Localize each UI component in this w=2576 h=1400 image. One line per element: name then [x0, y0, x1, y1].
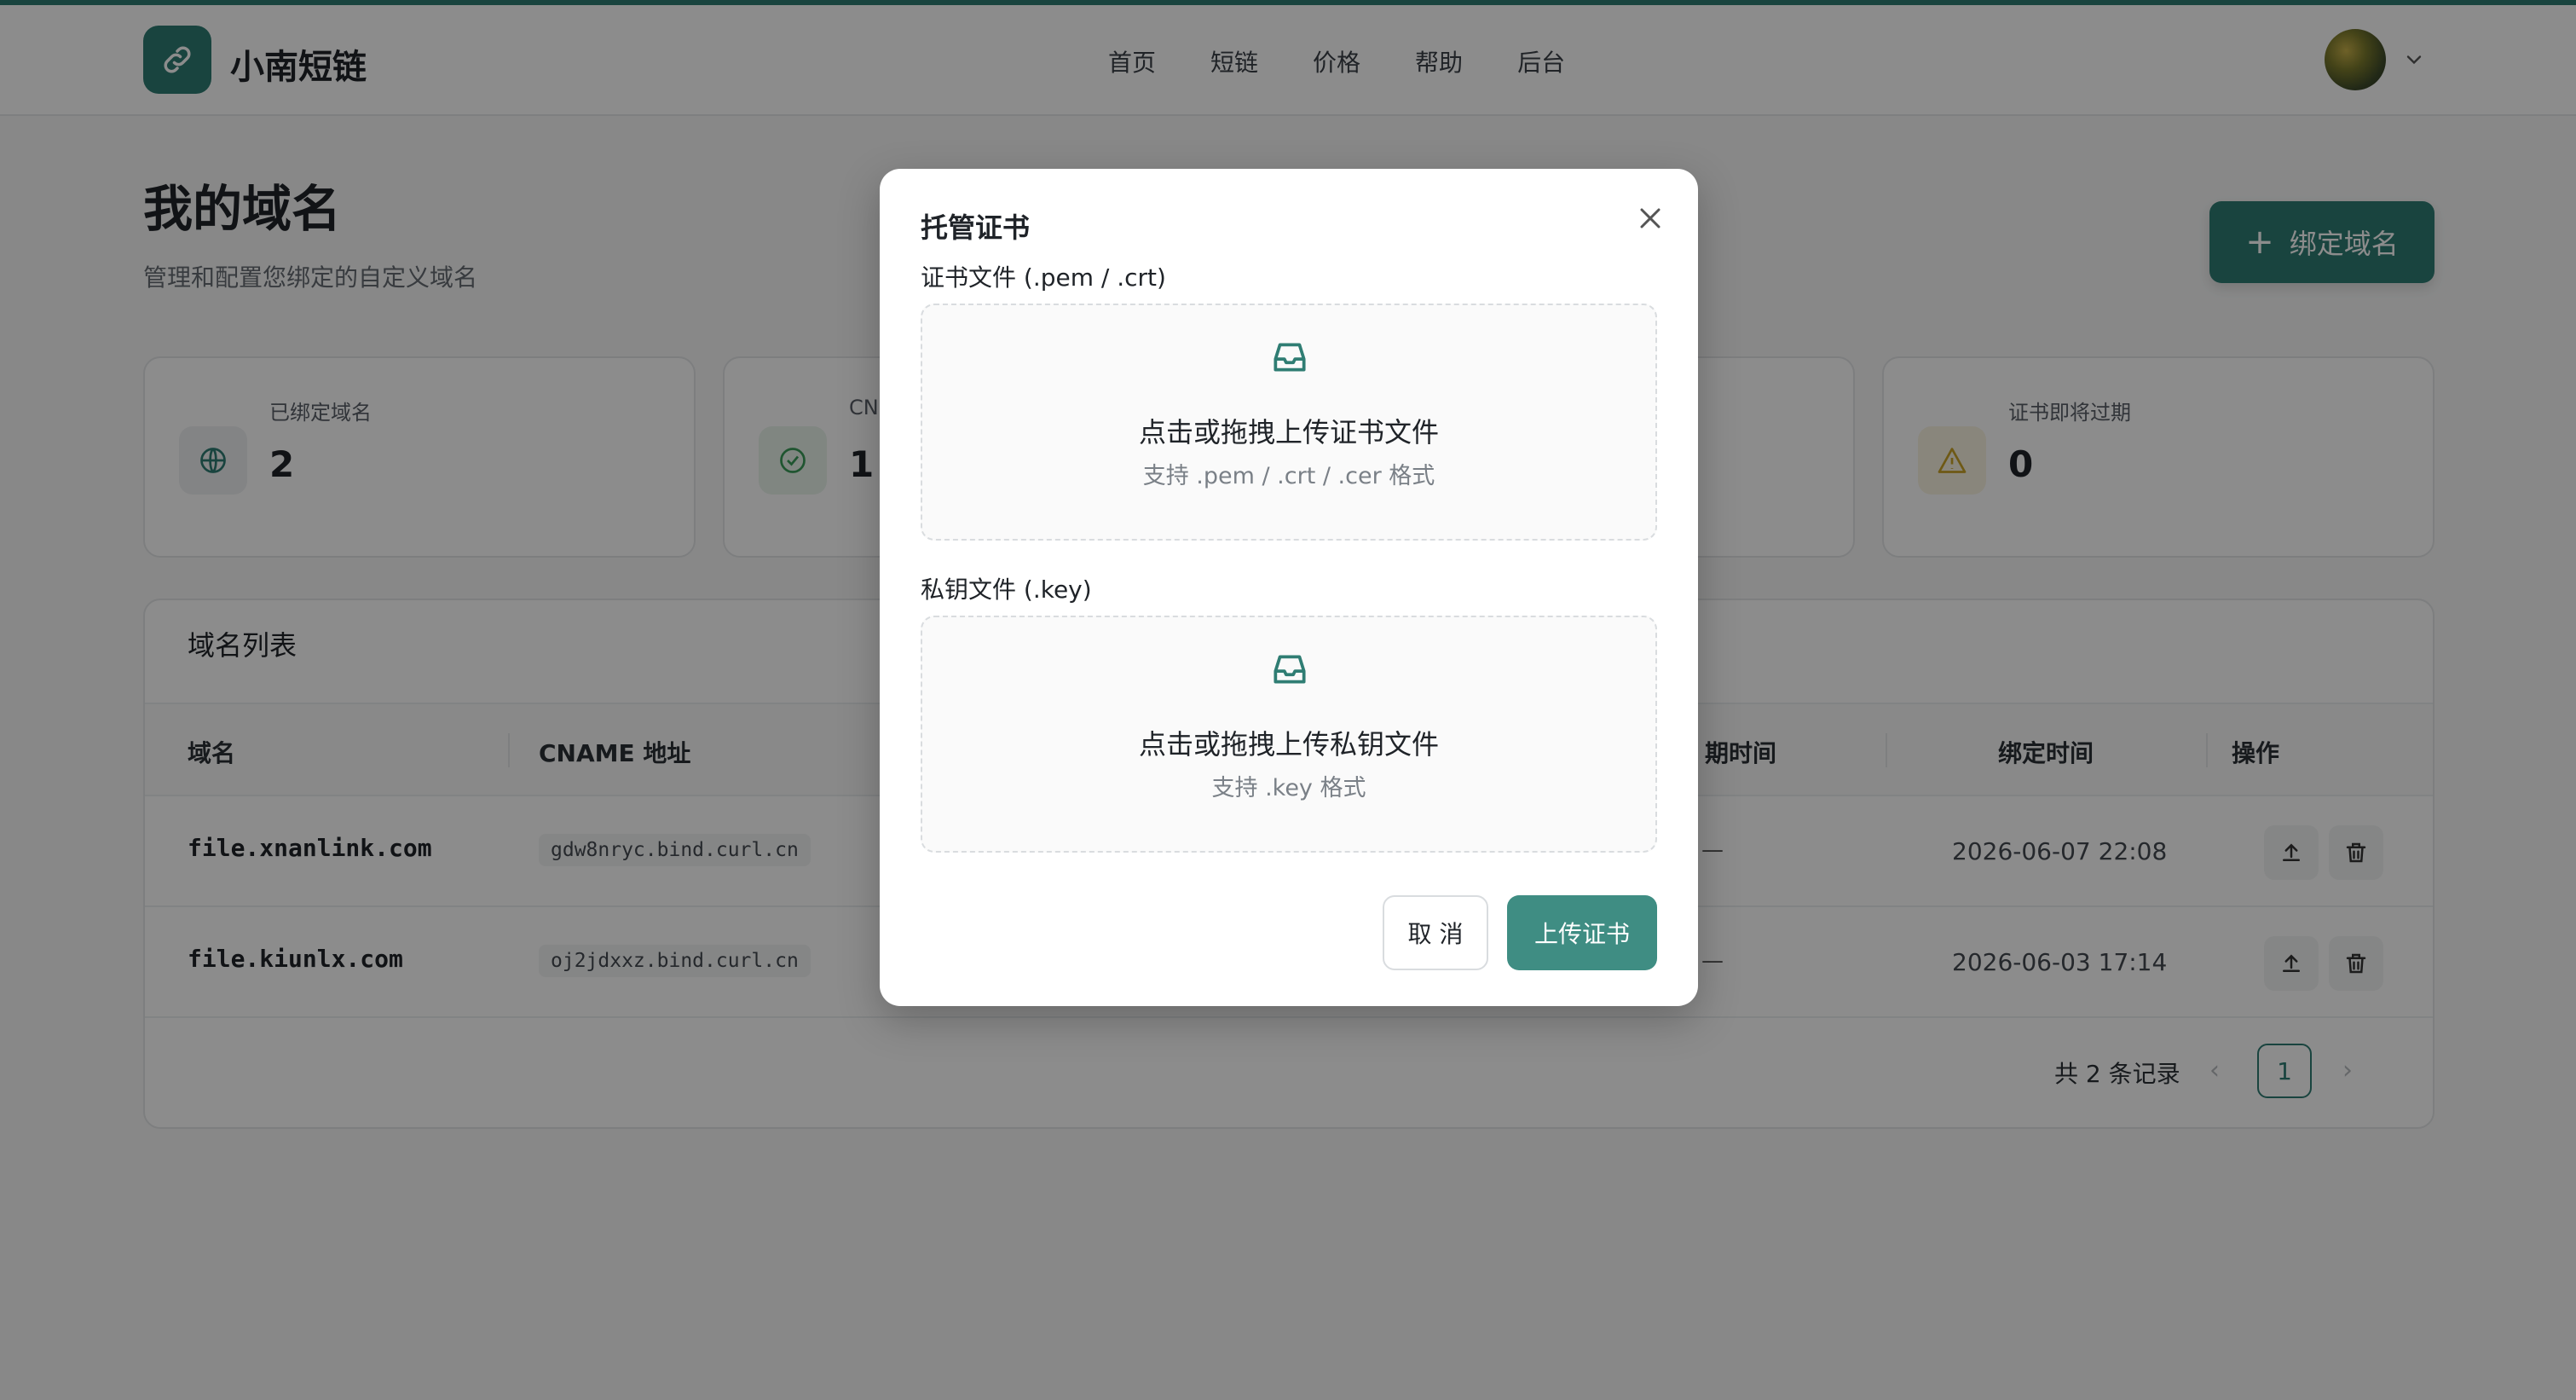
cert-upload-dropzone[interactable]: 点击或拖拽上传证书文件 支持 .pem / .crt / .cer 格式	[921, 304, 1657, 541]
inbox-icon	[1274, 655, 1306, 684]
cert-upload-hint: 支持 .pem / .crt / .cer 格式	[1142, 463, 1435, 489]
cancel-button[interactable]: 取 消	[1383, 895, 1488, 970]
cert-upload-text: 点击或拖拽上传证书文件	[1138, 416, 1439, 448]
key-file-label: 私钥文件 (.key)	[921, 576, 1092, 604]
modal-title: 托管证书	[921, 211, 1031, 244]
close-icon[interactable]	[1633, 201, 1667, 235]
key-upload-text: 点击或拖拽上传私钥文件	[1138, 728, 1439, 761]
key-upload-hint: 支持 .key 格式	[1211, 775, 1366, 801]
key-upload-dropzone[interactable]: 点击或拖拽上传私钥文件 支持 .key 格式	[921, 616, 1657, 853]
upload-cert-modal: 托管证书 证书文件 (.pem / .crt) 点击或拖拽上传证书文件 支持 .…	[880, 169, 1698, 1006]
cert-file-label: 证书文件 (.pem / .crt)	[921, 263, 1166, 292]
inbox-icon	[1274, 343, 1306, 372]
upload-cert-button[interactable]: 上传证书	[1507, 895, 1657, 970]
